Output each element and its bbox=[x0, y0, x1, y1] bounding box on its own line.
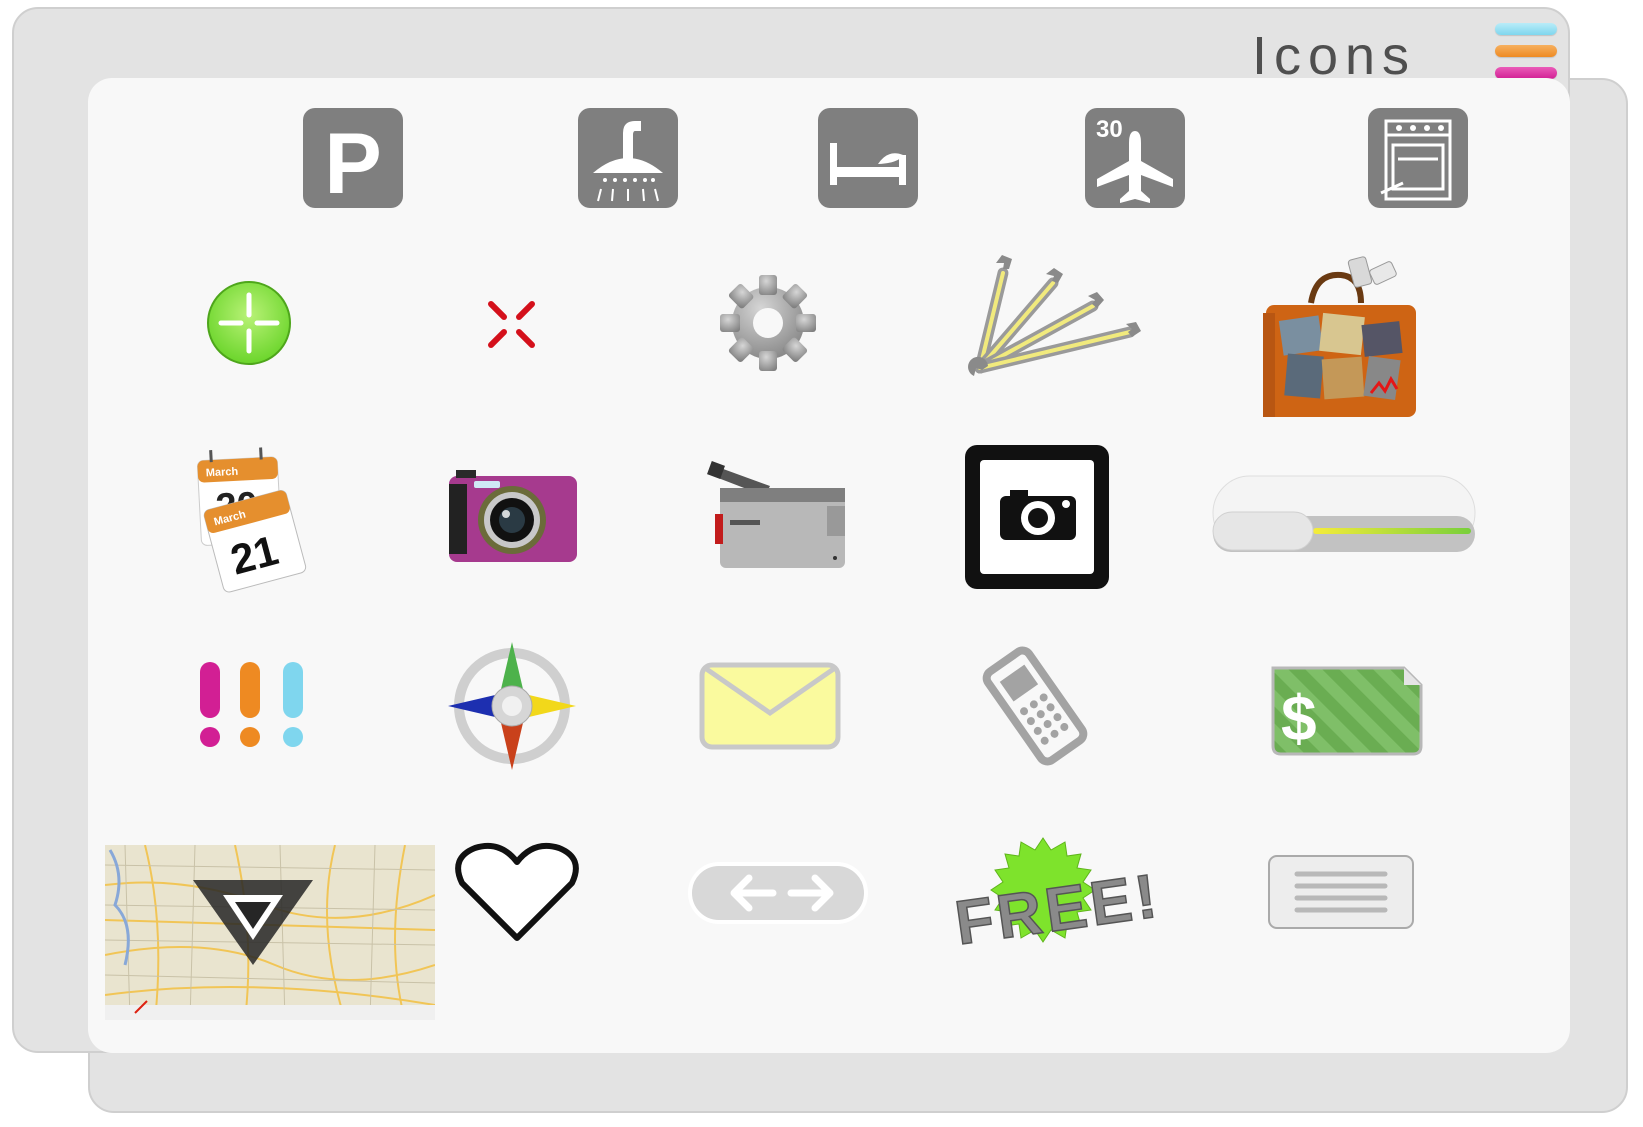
flight-icon[interactable]: 30 bbox=[970, 63, 1300, 253]
slider-icon[interactable] bbox=[1203, 418, 1533, 608]
camera-square-icon[interactable] bbox=[870, 418, 1200, 608]
wrenches-icon[interactable] bbox=[868, 228, 1198, 418]
menu-bar-2 bbox=[1495, 45, 1557, 57]
mobile-phone-icon[interactable] bbox=[870, 610, 1200, 800]
money-label: $ bbox=[1281, 682, 1317, 754]
free-icon[interactable]: FREE! bbox=[873, 798, 1203, 988]
travel-bag-icon[interactable] bbox=[1171, 243, 1501, 433]
calendar-back-month: March bbox=[206, 466, 239, 480]
parking-label: P bbox=[324, 116, 381, 212]
menu-lines-icon[interactable] bbox=[1175, 798, 1505, 988]
icon-grid: P 30 March March 21 $ FREE! bbox=[88, 78, 1570, 1053]
menu-bar-1 bbox=[1495, 23, 1557, 35]
free-label: FREE! bbox=[951, 861, 1165, 958]
money-icon[interactable]: $ bbox=[1178, 610, 1508, 800]
stove-icon[interactable] bbox=[1253, 63, 1583, 253]
flight-label: 30 bbox=[1096, 116, 1123, 143]
